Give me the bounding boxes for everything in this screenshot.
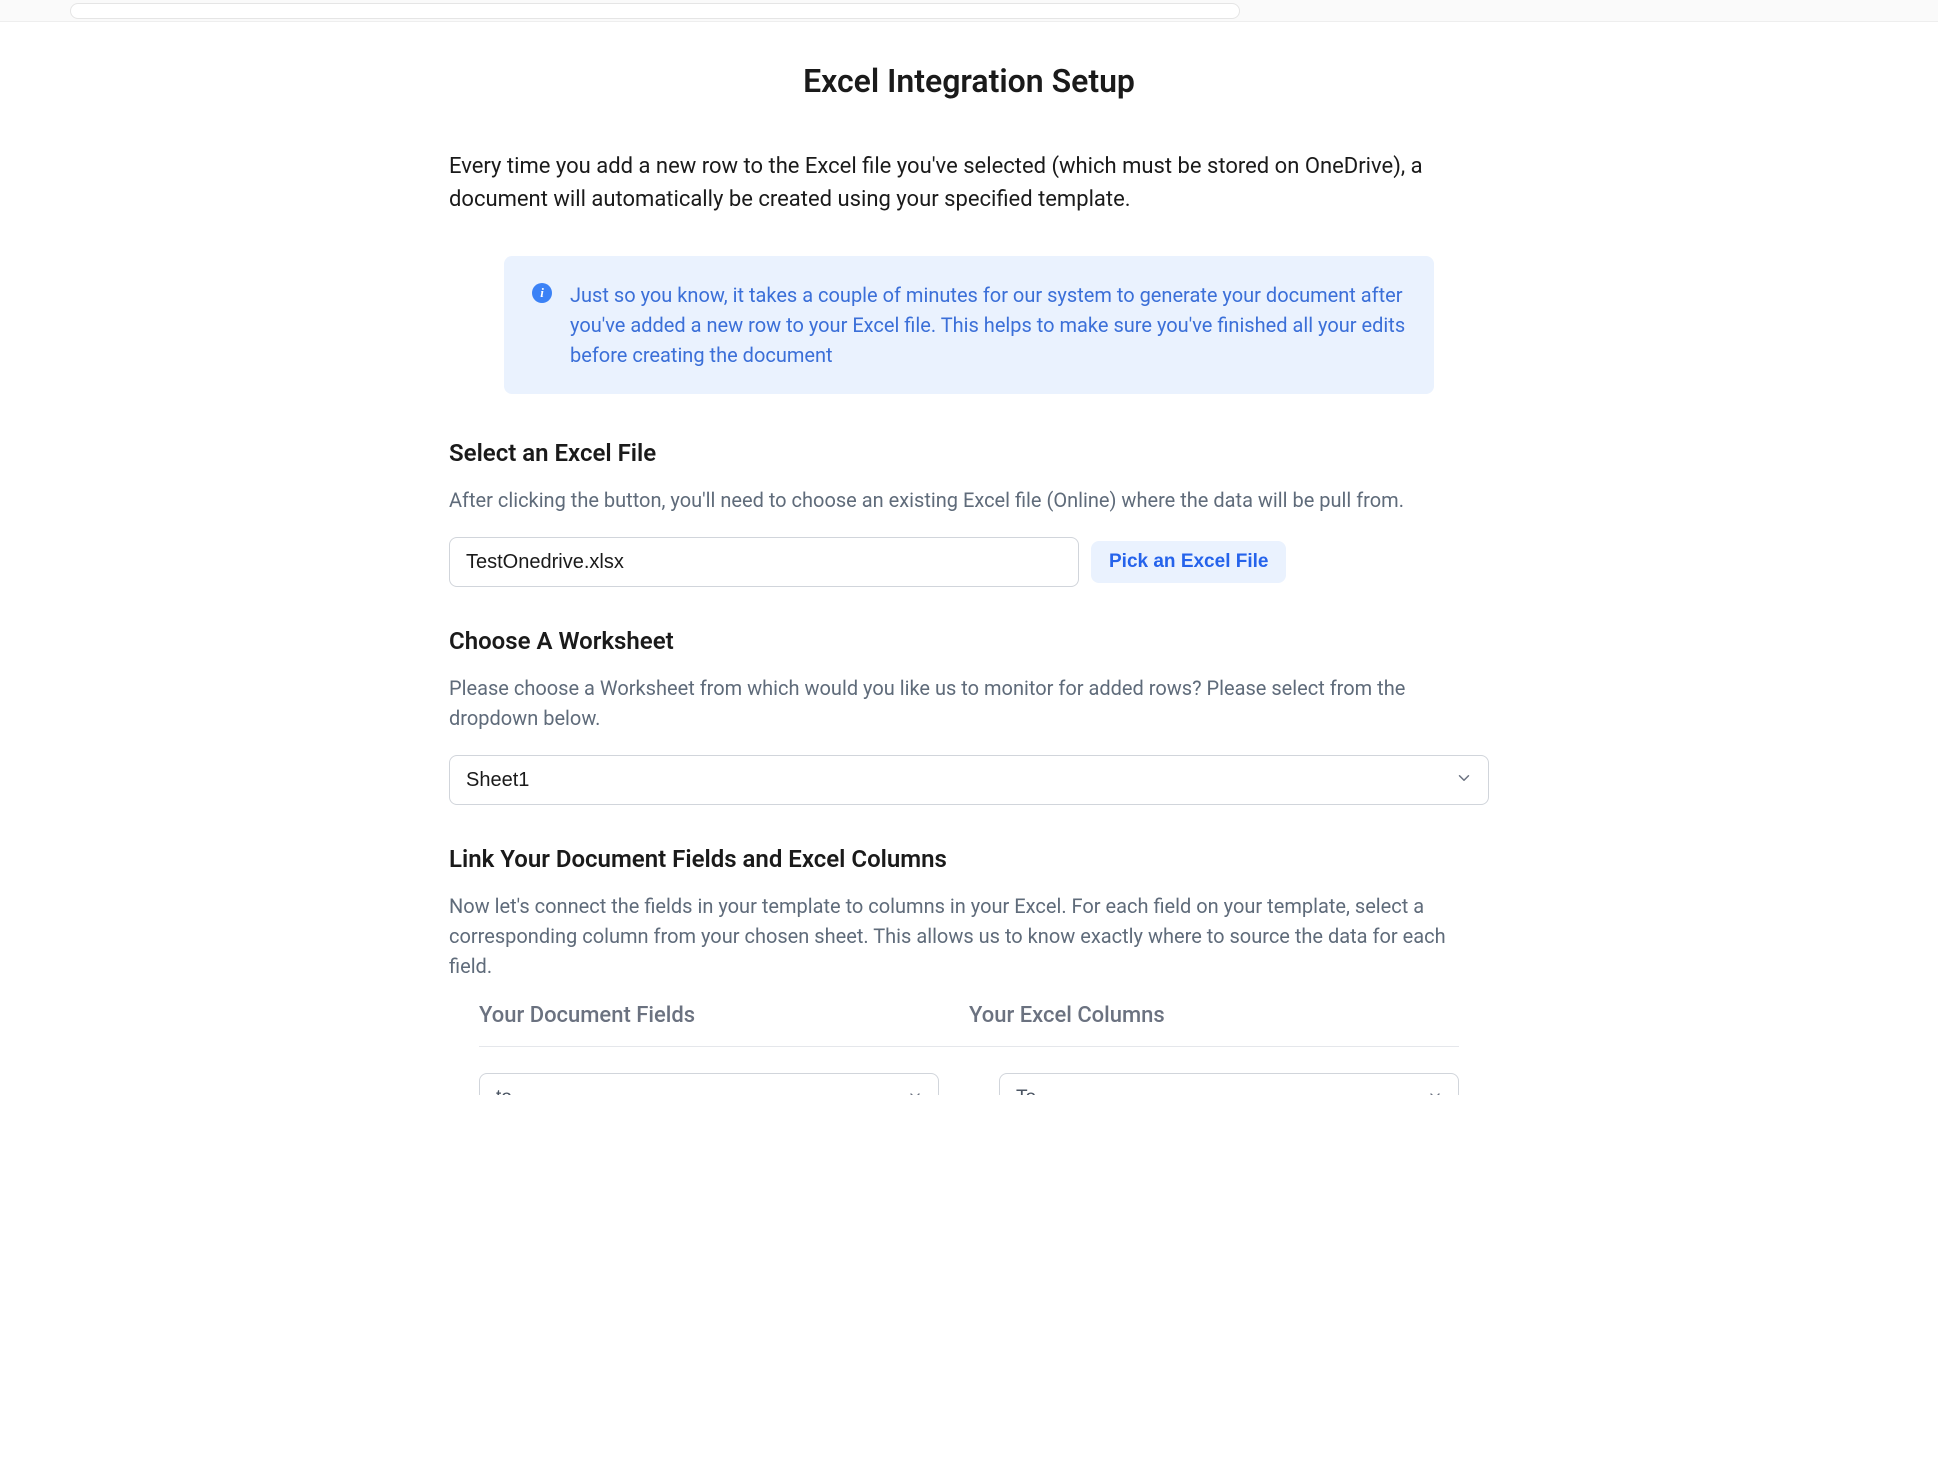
mapping-header-row: Your Document Fields Your Excel Columns	[479, 1003, 1459, 1047]
worksheet-desc: Please choose a Worksheet from which wou…	[449, 673, 1489, 733]
select-file-desc: After clicking the button, you'll need t…	[449, 485, 1489, 515]
mapping-cell-column: To	[999, 1073, 1459, 1095]
worksheet-select-wrapper: Sheet1	[449, 755, 1489, 805]
info-icon: i	[532, 283, 552, 303]
section-select-file: Select an Excel File After clicking the …	[449, 439, 1489, 587]
browser-top-bar	[0, 0, 1938, 22]
worksheet-title: Choose A Worksheet	[449, 627, 1489, 655]
file-picker-row: Pick an Excel File	[449, 537, 1489, 587]
info-callout: i Just so you know, it takes a couple of…	[504, 256, 1434, 394]
excel-file-input[interactable]	[449, 537, 1079, 587]
worksheet-select[interactable]: Sheet1	[449, 755, 1489, 805]
link-fields-title: Link Your Document Fields and Excel Colu…	[449, 845, 1489, 873]
column-header-document-fields: Your Document Fields	[479, 1003, 969, 1028]
excel-column-select[interactable]: To	[999, 1073, 1459, 1095]
mapping-row: to To	[479, 1073, 1459, 1095]
section-link-fields: Link Your Document Fields and Excel Colu…	[449, 845, 1489, 1095]
select-file-title: Select an Excel File	[449, 439, 1489, 467]
pick-excel-file-button[interactable]: Pick an Excel File	[1091, 541, 1286, 583]
page-title: Excel Integration Setup	[449, 62, 1489, 100]
link-fields-desc: Now let's connect the fields in your tem…	[449, 891, 1489, 981]
mapping-cell-field: to	[479, 1073, 939, 1095]
info-callout-text: Just so you know, it takes a couple of m…	[570, 280, 1406, 370]
field-mapping-table: Your Document Fields Your Excel Columns …	[449, 1003, 1489, 1095]
section-worksheet: Choose A Worksheet Please choose a Works…	[449, 627, 1489, 805]
column-header-excel-columns: Your Excel Columns	[969, 1003, 1459, 1028]
address-bar[interactable]	[70, 3, 1240, 19]
intro-text: Every time you add a new row to the Exce…	[449, 150, 1489, 216]
page-content: Excel Integration Setup Every time you a…	[389, 22, 1549, 1175]
document-field-select[interactable]: to	[479, 1073, 939, 1095]
